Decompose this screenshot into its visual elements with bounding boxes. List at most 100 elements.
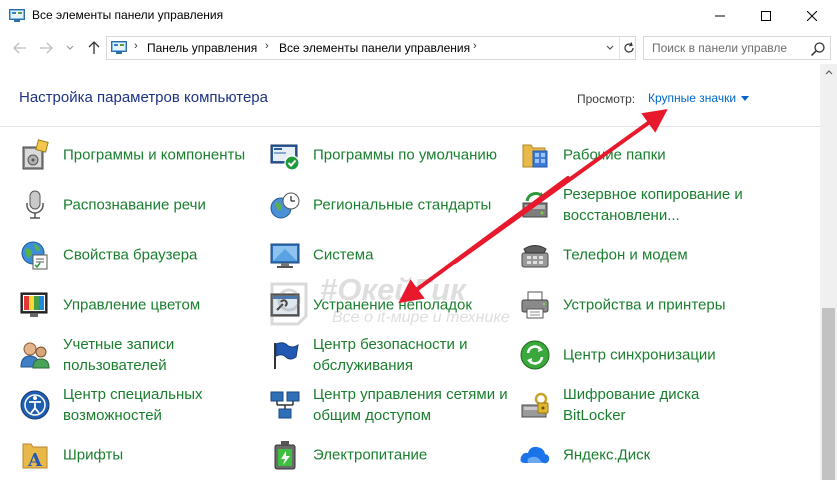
arrow-up-icon	[88, 41, 100, 54]
item-label: Программы и компоненты	[63, 146, 246, 164]
item-security-maintenance[interactable]: Центр безопасности и обслуживания	[269, 333, 514, 377]
sync-center-icon	[520, 340, 550, 370]
chevron-up-icon	[825, 70, 832, 75]
item-label: Шифрование диска BitLocker	[563, 386, 700, 424]
item-sync-center[interactable]: Центр синхронизации	[519, 333, 764, 377]
address-bar[interactable]: › Панель управления › Все элементы панел…	[106, 36, 636, 60]
item-troubleshooting[interactable]: Устранение неполадок	[269, 283, 514, 327]
item-backup-restore[interactable]: Резервное копирование и восстановлени...	[519, 183, 764, 227]
control-panel-icon	[9, 9, 25, 22]
power-options-icon	[274, 441, 296, 470]
item-programs-features[interactable]: Программы и компоненты	[19, 133, 264, 177]
item-label: Центр специальных возможностей	[63, 386, 203, 424]
chevron-down-icon	[66, 45, 74, 50]
region-clock-globe-icon	[270, 192, 300, 219]
item-label: Яндекс.Диск	[563, 446, 651, 464]
security-flag-icon	[274, 342, 299, 369]
divider	[0, 126, 820, 127]
caret-down-icon	[741, 95, 750, 101]
view-mode-dropdown[interactable]: Крупные значки	[648, 91, 750, 105]
breadcrumb-control-panel[interactable]: Панель управления	[147, 41, 257, 55]
item-label: Устранение неполадок	[313, 296, 472, 314]
search-icon	[810, 42, 825, 57]
content-area: Настройка параметров компьютера Просмотр…	[0, 64, 837, 480]
phone-modem-icon	[521, 245, 549, 268]
item-power-options[interactable]: Электропитание	[269, 433, 514, 477]
title-bar[interactable]: Все элементы панели управления	[0, 0, 837, 32]
devices-printers-icon	[521, 291, 549, 319]
arrow-left-icon	[13, 42, 26, 54]
arrow-right-icon	[40, 42, 53, 54]
internet-options-icon	[21, 241, 48, 270]
breadcrumb-separator[interactable]: ›	[134, 40, 138, 52]
item-label: Телефон и модем	[563, 246, 688, 264]
view-label: Просмотр:	[577, 92, 636, 106]
item-default-programs[interactable]: Программы по умолчанию	[269, 133, 514, 177]
item-label: Рабочие папки	[563, 146, 666, 164]
maximize-button[interactable]	[743, 0, 789, 32]
item-ease-of-access[interactable]: Центр специальных возможностей	[19, 383, 264, 427]
item-fonts[interactable]: A Шрифты	[19, 433, 264, 477]
recent-locations-button[interactable]	[60, 38, 80, 58]
item-yandex-disk[interactable]: Яндекс.Диск	[519, 433, 764, 477]
address-row: › Панель управления › Все элементы панел…	[0, 32, 837, 64]
item-internet-options[interactable]: Свойства браузера	[19, 233, 264, 277]
forward-button[interactable]	[36, 38, 56, 58]
item-speech-recognition[interactable]: Распознавание речи	[19, 183, 264, 227]
close-icon	[807, 11, 817, 21]
address-history-button[interactable]	[601, 37, 619, 59]
item-label: Свойства браузера	[63, 246, 198, 264]
close-button[interactable]	[789, 0, 835, 32]
bitlocker-icon	[521, 392, 549, 418]
item-phone-modem[interactable]: Телефон и модем	[519, 233, 764, 277]
minimize-button[interactable]	[697, 0, 743, 32]
yandex-disk-icon	[520, 446, 550, 464]
item-user-accounts[interactable]: Учетные записи пользователей	[19, 333, 264, 377]
item-label: Система	[313, 246, 374, 264]
control-panel-icon	[111, 41, 127, 54]
search-box[interactable]	[643, 36, 831, 60]
refresh-icon	[623, 42, 634, 53]
item-label: Шрифты	[63, 446, 124, 464]
window-title: Все элементы панели управления	[32, 8, 224, 22]
scroll-thumb[interactable]	[822, 308, 835, 480]
maximize-icon	[761, 11, 771, 21]
refresh-button[interactable]	[619, 37, 637, 59]
item-label: Распознавание речи	[63, 196, 206, 214]
programs-features-icon	[22, 139, 49, 170]
item-work-folders[interactable]: Рабочие папки	[519, 133, 764, 177]
back-button[interactable]	[10, 38, 30, 58]
up-button[interactable]	[84, 38, 104, 58]
color-management-icon	[20, 292, 48, 317]
item-label: Управление цветом	[63, 296, 201, 314]
system-monitor-icon	[270, 243, 300, 268]
item-color-management[interactable]: Управление цветом	[19, 283, 264, 327]
default-programs-icon	[270, 144, 300, 171]
item-label: Учетные записи пользователей	[63, 336, 175, 374]
search-input[interactable]	[644, 37, 808, 59]
item-region[interactable]: Региональные стандарты	[269, 183, 514, 227]
item-label: Устройства и принтеры	[563, 296, 726, 314]
breadcrumb-separator[interactable]: ›	[265, 40, 269, 52]
item-bitlocker[interactable]: Шифрование диска BitLocker	[519, 383, 764, 427]
item-network-center[interactable]: Центр управления сетями и общим доступом	[269, 383, 514, 427]
breadcrumb-all-items[interactable]: Все элементы панели управления	[279, 41, 470, 55]
chevron-down-icon	[606, 45, 614, 50]
work-folders-icon	[522, 144, 548, 168]
minimize-icon	[715, 15, 725, 17]
item-label: Программы по умолчанию	[313, 146, 497, 164]
item-label: Региональные стандарты	[313, 196, 492, 214]
view-mode-value: Крупные значки	[648, 91, 737, 105]
item-devices-printers[interactable]: Устройства и принтеры	[519, 283, 764, 327]
scroll-up-button[interactable]	[820, 64, 837, 81]
vertical-scrollbar[interactable]	[820, 64, 837, 480]
item-label: Центр управления сетями и общим доступом	[313, 386, 508, 424]
breadcrumb-separator[interactable]: ›	[473, 40, 477, 52]
ease-of-access-icon	[20, 390, 50, 420]
troubleshooting-icon	[270, 293, 300, 317]
svg-text:A: A	[27, 450, 43, 471]
item-label: Центр синхронизации	[563, 346, 716, 364]
network-center-icon	[270, 391, 300, 419]
microphone-icon	[26, 190, 44, 219]
item-system[interactable]: Система	[269, 233, 514, 277]
